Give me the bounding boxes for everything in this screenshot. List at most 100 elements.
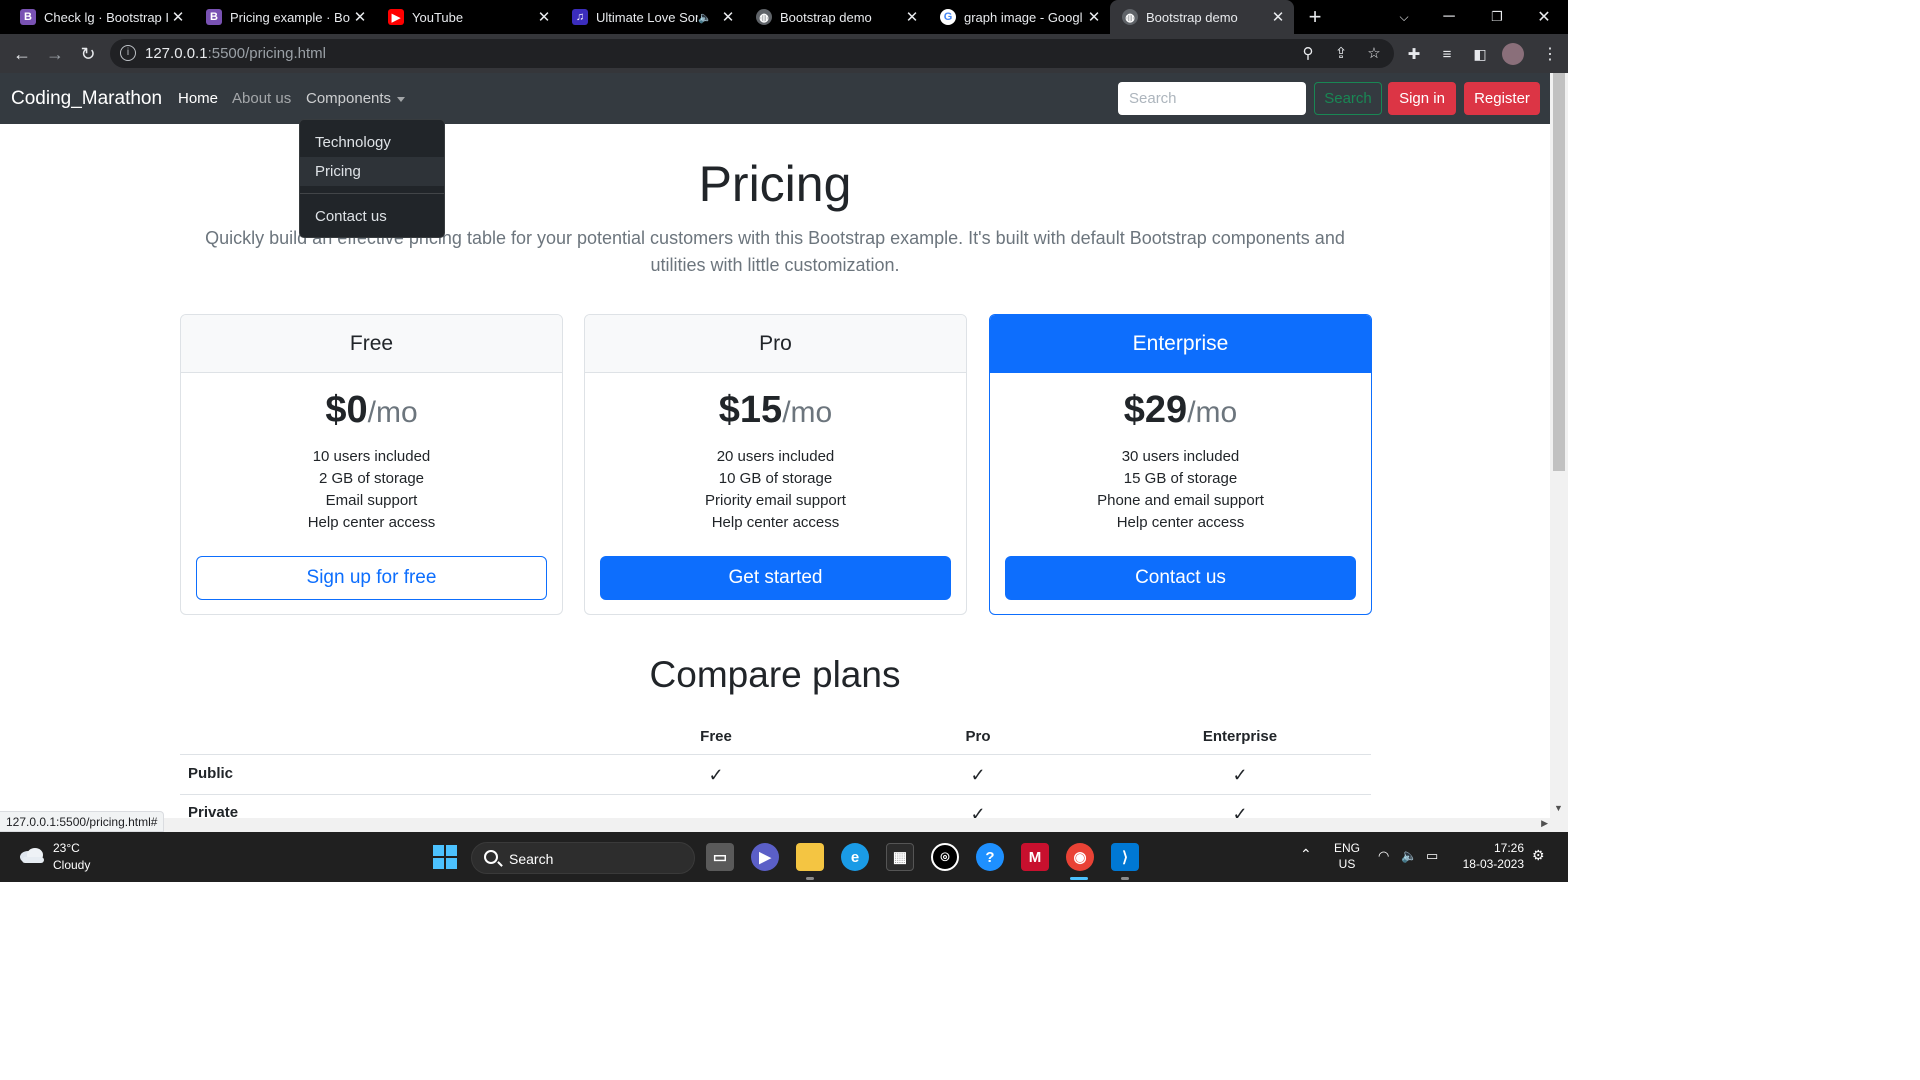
get-started-button[interactable]: Get started [600, 556, 951, 600]
help-icon[interactable]: ? [976, 843, 1004, 871]
feature-list: 20 users included 10 GB of storage Prior… [585, 446, 966, 534]
taskbar-search[interactable]: Search [471, 842, 695, 874]
search-button[interactable]: Search [1314, 82, 1382, 115]
back-icon[interactable]: ← [8, 40, 36, 68]
list-item: Phone and email support [1097, 492, 1264, 509]
dropdown-item-contact-us[interactable]: Contact us [300, 202, 444, 231]
store-icon[interactable]: ▦ [886, 843, 914, 871]
tab-title: YouTube [412, 9, 464, 25]
sign-up-free-button[interactable]: Sign up for free [196, 556, 547, 600]
check-icon: ✓ [1232, 765, 1248, 785]
check-icon: ✓ [970, 765, 986, 785]
browser-tab[interactable]: B Check lg · Bootstrap I ✕ [8, 0, 194, 34]
chrome-icon[interactable]: ◉ [1066, 843, 1094, 871]
chevron-up-icon[interactable]: ⌃ [1300, 846, 1312, 862]
zoom-icon[interactable]: ⚲ [1298, 44, 1318, 64]
forward-icon[interactable]: → [41, 40, 69, 68]
card-header: Enterprise [990, 315, 1371, 373]
browser-tab[interactable]: ♫ Ultimate Love Sor 🔈 ✕ [560, 0, 744, 34]
register-button[interactable]: Register [1464, 82, 1540, 115]
scroll-right-icon[interactable]: ▶ [1541, 818, 1548, 829]
check-icon: ✓ [970, 804, 986, 818]
page-title: Pricing [698, 156, 852, 212]
clock[interactable]: 17:26 18-03-2023 [1458, 840, 1524, 872]
horizontal-scrollbar[interactable]: ▶ [0, 818, 1568, 832]
notification-icon[interactable]: ⚙ [1532, 847, 1545, 863]
search-input[interactable] [1118, 82, 1306, 115]
feature-list: 30 users included 15 GB of storage Phone… [990, 446, 1371, 534]
list-item: Help center access [1116, 514, 1245, 531]
reload-icon[interactable]: ↻ [74, 40, 102, 68]
google-icon: G [940, 9, 956, 25]
clock-date: 18-03-2023 [1462, 857, 1524, 871]
media-control-icon[interactable]: ≡ [1433, 40, 1461, 68]
battery-icon[interactable]: ▭ [1426, 848, 1438, 864]
site-info-icon[interactable]: i [120, 45, 136, 61]
url-text[interactable]: 127.0.0.1:5500/pricing.html [145, 45, 326, 62]
dropdown-item-pricing[interactable]: Pricing [300, 157, 444, 186]
browser-tab[interactable]: ◍ Bootstrap demo ✕ [744, 0, 928, 34]
avatar[interactable] [1499, 40, 1527, 68]
language-indicator[interactable]: ENG US [1334, 840, 1360, 872]
vscode-icon[interactable]: ⟩ [1111, 843, 1139, 871]
lang-code: ENG [1334, 841, 1361, 855]
navbar-brand[interactable]: Coding_Marathon [11, 88, 162, 110]
components-dropdown-menu: Technology Pricing Contact us [299, 119, 445, 238]
contact-us-button[interactable]: Contact us [1005, 556, 1356, 600]
mcafee-icon[interactable]: M [1021, 843, 1049, 871]
close-icon[interactable]: ✕ [1268, 8, 1288, 26]
tab-search-icon[interactable]: ⌵ [1392, 0, 1416, 34]
vertical-scrollbar[interactable]: ▲ ▼ [1550, 73, 1568, 818]
bootstrap-icon: B [20, 9, 36, 25]
side-panel-icon[interactable]: ◧ [1466, 40, 1494, 68]
browser-toolbar: ← → ↻ i 127.0.0.1:5500/pricing.html ⚲ ⇪ … [0, 34, 1568, 73]
close-icon[interactable]: ✕ [1084, 8, 1104, 26]
weather-temperature[interactable]: 23°C [53, 841, 80, 855]
list-item: 10 GB of storage [718, 470, 833, 487]
volume-icon[interactable]: 🔈 [1401, 848, 1417, 864]
close-icon[interactable]: ✕ [902, 8, 922, 26]
nav-about-us[interactable]: About us [232, 90, 291, 107]
close-icon[interactable]: ✕ [168, 8, 188, 26]
bookmark-star-icon[interactable]: ☆ [1364, 44, 1384, 64]
browser-tab-active[interactable]: ◍ Bootstrap demo ✕ [1110, 0, 1294, 34]
cloud-icon[interactable] [18, 846, 46, 864]
nav-home[interactable]: Home [178, 90, 218, 107]
chat-icon[interactable]: ▶ [751, 843, 779, 871]
close-icon[interactable]: ✕ [534, 8, 554, 26]
scroll-down-icon[interactable]: ▼ [1554, 803, 1563, 813]
windows-start-icon[interactable] [431, 843, 459, 871]
tab-title: Pricing example · Boo [230, 9, 350, 25]
table-header-pro: Pro [965, 728, 991, 745]
share-icon[interactable]: ⇪ [1331, 44, 1351, 64]
running-indicator [1121, 877, 1129, 880]
window-close-icon[interactable]: ✕ [1532, 0, 1556, 34]
close-icon[interactable]: ✕ [350, 8, 370, 26]
browser-tab[interactable]: G graph image - Googl ✕ [928, 0, 1110, 34]
browser-tab[interactable]: B Pricing example · Boo ✕ [194, 0, 376, 34]
clock-time: 17:26 [1493, 841, 1524, 855]
close-icon[interactable]: ✕ [718, 8, 738, 26]
card-price: $0/mo [181, 389, 562, 432]
nav-components-dropdown[interactable]: Components [306, 90, 406, 107]
scrollbar-thumb[interactable] [1553, 73, 1565, 471]
edge-icon[interactable]: e [841, 843, 869, 871]
github-icon[interactable]: ⌾ [931, 843, 959, 871]
menu-kebab-icon[interactable]: ⋮ [1536, 40, 1564, 68]
file-explorer-icon[interactable] [796, 843, 824, 871]
extensions-icon[interactable]: ✚ [1400, 40, 1428, 68]
table-row-label: Public [188, 765, 234, 782]
new-tab-icon[interactable]: + [1300, 0, 1330, 34]
dropdown-item-technology[interactable]: Technology [300, 128, 444, 157]
restore-icon[interactable]: ❐ [1485, 0, 1509, 34]
chevron-down-icon [397, 96, 406, 102]
task-view-icon[interactable]: ▭ [706, 843, 734, 871]
wifi-icon[interactable]: ◠ [1378, 848, 1389, 864]
minimize-icon[interactable]: ─ [1437, 0, 1461, 34]
speaker-icon[interactable]: 🔈 [698, 11, 712, 24]
browser-tab[interactable]: ▶ YouTube ✕ [376, 0, 560, 34]
sign-in-button[interactable]: Sign in [1388, 82, 1456, 115]
globe-icon: ◍ [1122, 9, 1138, 25]
weather-description[interactable]: Cloudy [53, 858, 90, 872]
address-bar[interactable]: i 127.0.0.1:5500/pricing.html ⚲ ⇪ ☆ [110, 39, 1394, 68]
